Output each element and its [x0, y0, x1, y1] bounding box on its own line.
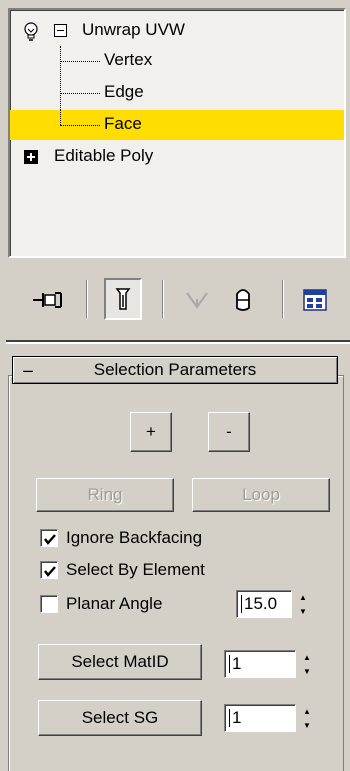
shrink-selection-button[interactable]: -: [208, 412, 250, 452]
checkbox-label: Select By Element: [66, 560, 205, 579]
spinner-up-icon[interactable]: ▲: [300, 650, 314, 664]
stack-item-edge[interactable]: Edge: [10, 78, 344, 108]
spinner-down-icon[interactable]: ▼: [300, 664, 314, 678]
stack-item-label: Unwrap UVW: [82, 20, 185, 39]
planar-angle-checkbox[interactable]: Planar Angle: [40, 592, 162, 616]
stack-item-label: Vertex: [104, 50, 153, 69]
checkbox[interactable]: [40, 561, 58, 579]
toolbar-separator: [162, 280, 164, 318]
rollout-header[interactable]: – Selection Parameters: [12, 356, 338, 384]
checkbox[interactable]: [40, 595, 58, 613]
collapse-icon[interactable]: [54, 24, 67, 37]
sg-spinner[interactable]: ▲ ▼: [300, 704, 314, 732]
sg-value: 1: [232, 708, 242, 727]
panel-divider: [6, 340, 350, 344]
matid-value: 1: [232, 654, 242, 673]
collapse-icon: –: [22, 359, 33, 380]
spinner-up-icon[interactable]: ▲: [300, 704, 314, 718]
spinner-down-icon[interactable]: ▼: [296, 604, 310, 618]
stack-item-label: Face: [104, 114, 142, 133]
tree-connector: [60, 110, 61, 125]
check-icon: [44, 534, 56, 545]
ignore-backfacing-checkbox[interactable]: Ignore Backfacing: [40, 526, 202, 550]
spinner-up-icon[interactable]: ▲: [296, 590, 310, 604]
remove-modifier-icon[interactable]: [226, 284, 260, 316]
grow-selection-button[interactable]: +: [130, 412, 172, 452]
checkbox-label: Planar Angle: [66, 594, 163, 613]
planar-angle-spinner[interactable]: ▲ ▼: [296, 590, 310, 618]
toolbar-separator: [282, 280, 284, 318]
stack-item-unwrap-uvw[interactable]: Unwrap UVW: [10, 16, 344, 46]
lightbulb-icon[interactable]: [22, 22, 40, 42]
stack-item-label: Edge: [104, 82, 144, 101]
stack-toolbar: [0, 272, 350, 328]
planar-angle-field[interactable]: 15.0: [236, 590, 292, 618]
checkbox[interactable]: [40, 529, 58, 547]
configure-modifier-sets-icon[interactable]: [298, 284, 332, 316]
stack-item-editable-poly[interactable]: Editable Poly: [10, 142, 344, 172]
spinner-down-icon[interactable]: ▼: [300, 718, 314, 732]
tree-connector: [60, 125, 100, 126]
expand-icon[interactable]: [24, 150, 38, 164]
show-end-result-icon[interactable]: [104, 278, 142, 320]
select-by-element-checkbox[interactable]: Select By Element: [40, 558, 205, 582]
stack-item-face[interactable]: Face: [10, 110, 344, 140]
matid-field[interactable]: 1: [224, 650, 296, 678]
check-icon: [44, 566, 56, 577]
matid-spinner[interactable]: ▲ ▼: [300, 650, 314, 678]
sg-field[interactable]: 1: [224, 704, 296, 732]
toolbar-separator: [86, 280, 88, 318]
select-sg-button[interactable]: Select SG: [38, 700, 202, 736]
loop-button[interactable]: Loop: [192, 478, 330, 512]
stack-item-label: Editable Poly: [54, 146, 154, 165]
ring-button[interactable]: Ring: [36, 478, 174, 512]
pin-stack-icon[interactable]: [30, 284, 64, 316]
make-unique-icon[interactable]: [180, 284, 214, 316]
select-matid-button[interactable]: Select MatID: [38, 644, 202, 680]
planar-angle-value: 15.0: [244, 594, 278, 613]
rollout-title: Selection Parameters: [93, 360, 257, 379]
stack-item-vertex[interactable]: Vertex: [10, 46, 344, 76]
modifier-stack-list[interactable]: Unwrap UVW Vertex Edge Face Editable Pol…: [8, 8, 346, 258]
checkbox-label: Ignore Backfacing: [66, 528, 203, 547]
